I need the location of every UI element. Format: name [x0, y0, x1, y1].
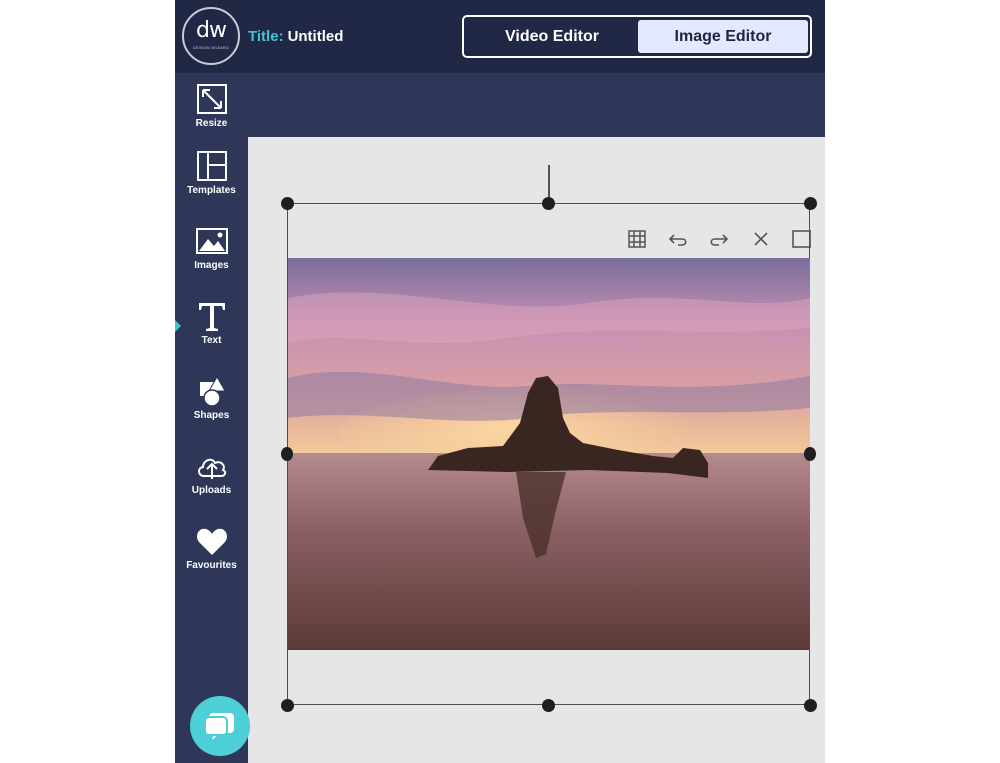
resize-icon	[197, 84, 227, 114]
editor-mode-switch: Video Editor Image Editor	[462, 15, 812, 58]
document-title[interactable]: Title: Untitled	[248, 28, 343, 45]
sidebar-item-label: Resize	[195, 118, 228, 129]
cloud-upload-icon	[198, 458, 227, 479]
undo-icon[interactable]	[668, 229, 688, 249]
resize-handle-top[interactable]	[542, 197, 555, 210]
sidebar-item-label: Shapes	[193, 410, 230, 421]
top-bar: dw DESIGN WIZARD Title: Untitled Video Ed…	[175, 0, 825, 73]
title-label: Title:	[248, 28, 284, 45]
active-item-indicator	[175, 320, 181, 332]
grid-icon[interactable]	[627, 229, 647, 249]
chat-button[interactable]	[190, 696, 250, 756]
heart-icon	[196, 528, 228, 555]
resize-handle-bottom[interactable]	[542, 699, 555, 712]
canvas-photo[interactable]	[288, 258, 810, 650]
sidebar-item-resize[interactable]: Resize	[175, 82, 248, 146]
images-icon	[196, 228, 228, 254]
sidebar-item-label: Text	[201, 335, 222, 346]
logo-mark: dw	[196, 18, 227, 43]
chat-bubble-icon	[204, 713, 234, 740]
sidebar-item-images[interactable]: Images	[175, 224, 248, 288]
secondary-toolbar	[248, 73, 825, 137]
resize-handle-left[interactable]	[281, 447, 293, 461]
sidebar-item-favourites[interactable]: Favourites	[175, 524, 248, 588]
video-editor-button[interactable]: Video Editor	[467, 20, 637, 53]
close-icon[interactable]	[751, 229, 771, 249]
photo-image	[288, 258, 810, 650]
resize-handle-top-right[interactable]	[804, 197, 817, 210]
sidebar-item-label: Images	[194, 260, 229, 271]
sidebar: Resize Templates Images Text Shapes Uplo…	[175, 73, 248, 763]
square-icon[interactable]	[791, 229, 812, 249]
redo-icon[interactable]	[709, 229, 729, 249]
sidebar-item-templates[interactable]: Templates	[175, 149, 248, 213]
templates-icon	[197, 151, 227, 181]
resize-handle-top-left[interactable]	[281, 197, 294, 210]
resize-handle-bottom-right[interactable]	[804, 699, 817, 712]
logo[interactable]: dw DESIGN WIZARD	[182, 7, 240, 65]
sidebar-item-label: Uploads	[191, 485, 232, 496]
text-icon	[199, 303, 225, 331]
image-editor-button[interactable]: Image Editor	[638, 20, 808, 53]
resize-handle-bottom-left[interactable]	[281, 699, 294, 712]
shapes-icon	[200, 375, 226, 407]
sidebar-item-shapes[interactable]: Shapes	[175, 374, 248, 438]
resize-handle-right[interactable]	[804, 447, 816, 461]
sidebar-item-label: Templates	[187, 185, 236, 196]
title-value: Untitled	[287, 28, 344, 45]
sidebar-item-label: Favourites	[186, 560, 237, 571]
logo-subtitle: DESIGN WIZARD	[192, 45, 230, 50]
sidebar-item-uploads[interactable]: Uploads	[175, 449, 248, 513]
sidebar-item-text[interactable]: Text	[175, 299, 248, 363]
